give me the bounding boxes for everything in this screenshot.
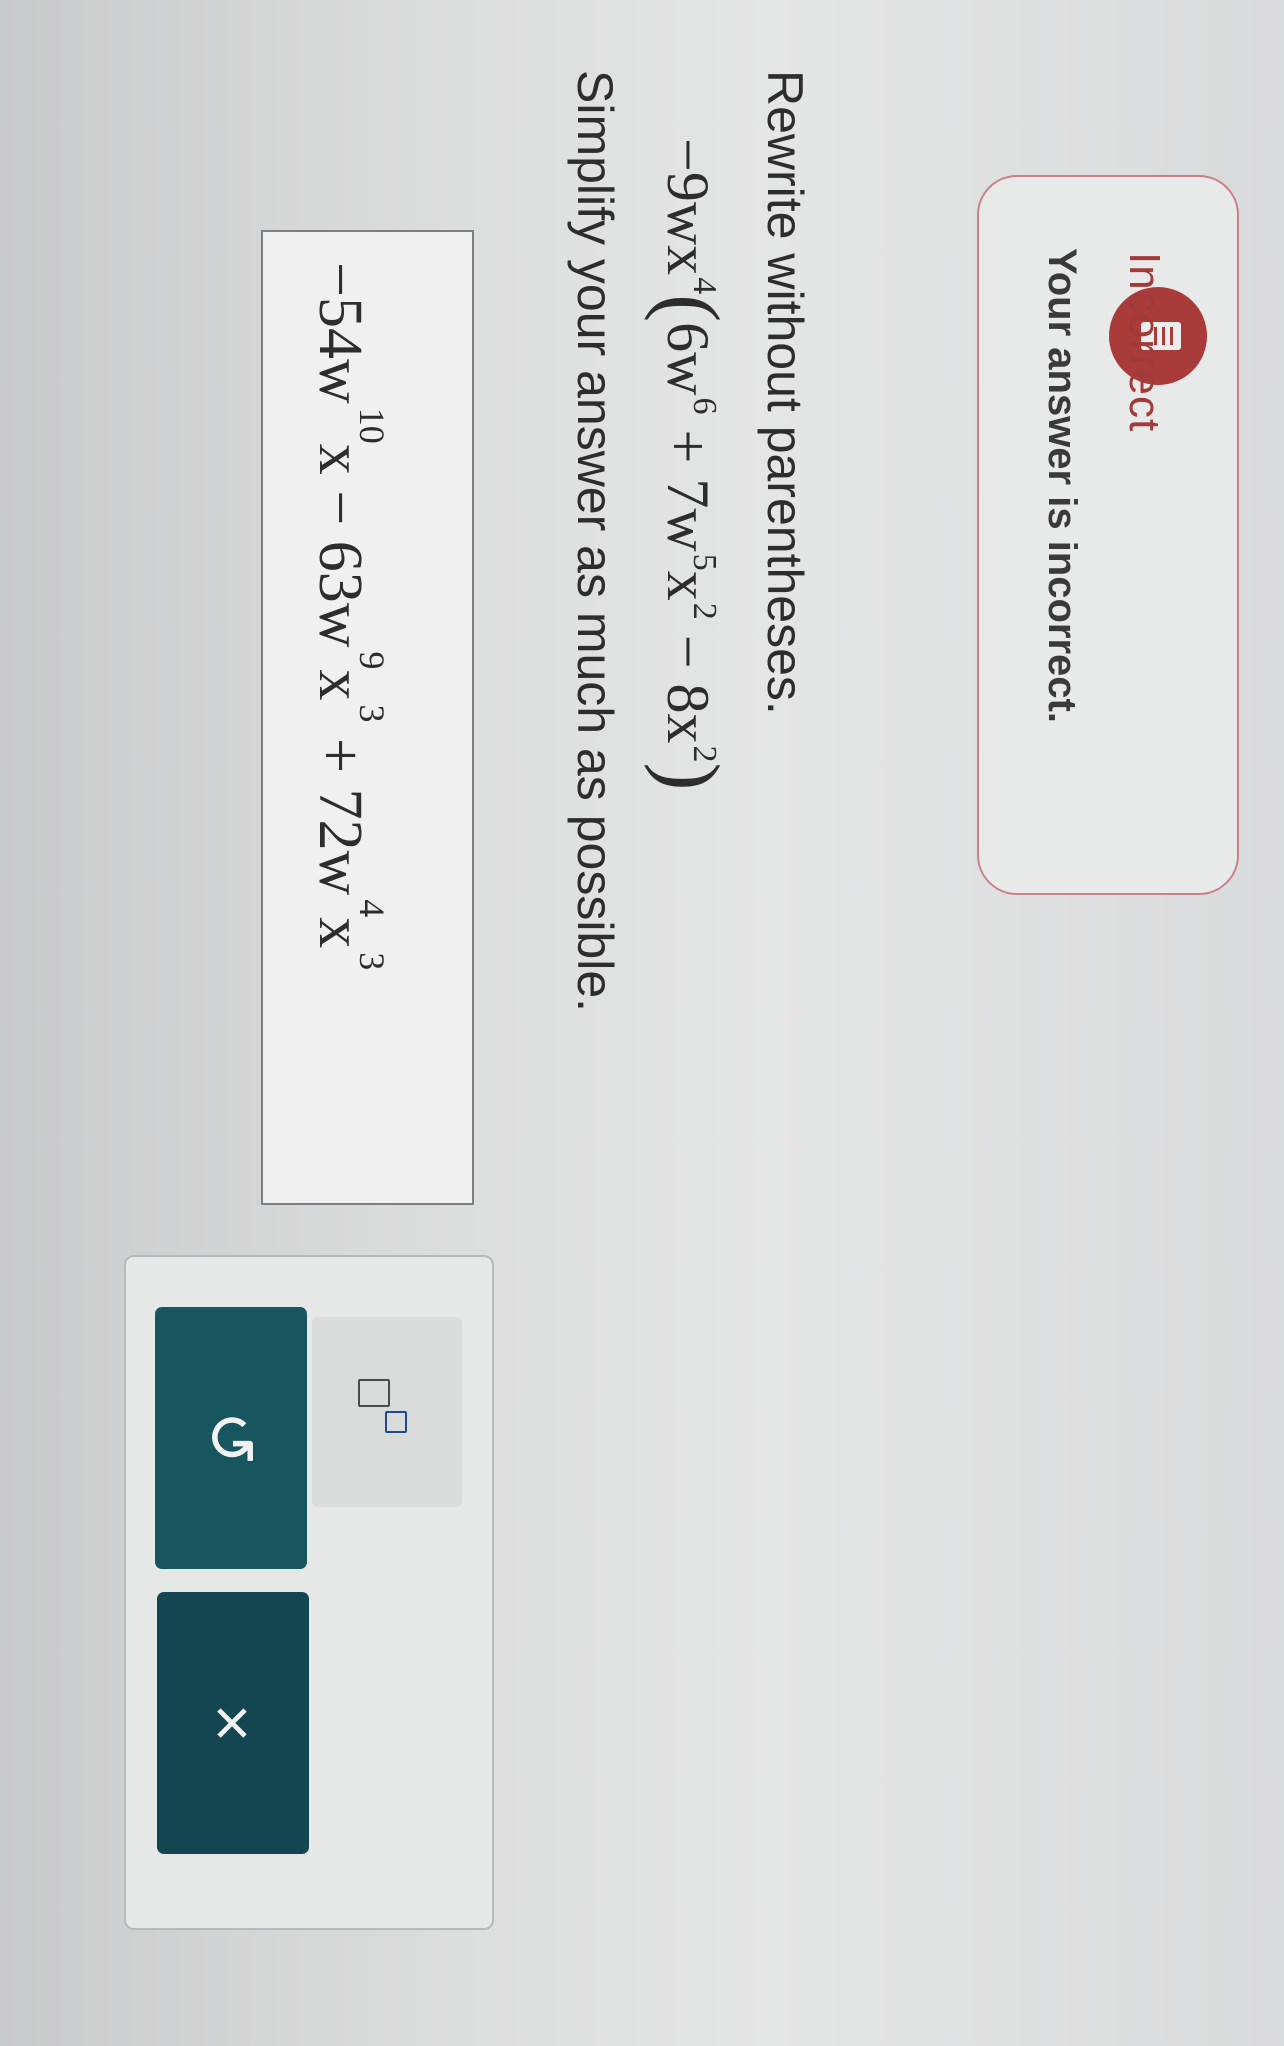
answer-input[interactable]: −54w10x − 63w9x3 + 72w4x3 bbox=[261, 230, 474, 1205]
feedback-message: Your answer is incorrect. bbox=[1040, 248, 1084, 723]
question-instruction: Simplify your answer as much as possible… bbox=[567, 70, 623, 1013]
question-expression: −9wx4(6w6 + 7w5x2 − 8x2) bbox=[643, 138, 736, 791]
answer-expression: −54w10x − 63w9x3 + 72w4x3 bbox=[306, 262, 392, 971]
clear-button[interactable]: × bbox=[157, 1592, 309, 1854]
exponent-template-icon bbox=[358, 1379, 390, 1407]
math-toolbar: ↺ × bbox=[124, 1255, 494, 1930]
question-prompt: Rewrite without parentheses. bbox=[757, 70, 813, 715]
exponent-button[interactable] bbox=[312, 1317, 462, 1507]
undo-icon: ↺ bbox=[194, 1410, 269, 1466]
close-icon: × bbox=[196, 1703, 270, 1743]
feedback-title: Incorrect bbox=[1120, 252, 1169, 433]
undo-button[interactable]: ↺ bbox=[155, 1307, 307, 1569]
feedback-card bbox=[977, 175, 1239, 895]
screen: Incorrect Your answer is incorrect. Rewr… bbox=[0, 0, 1284, 2046]
